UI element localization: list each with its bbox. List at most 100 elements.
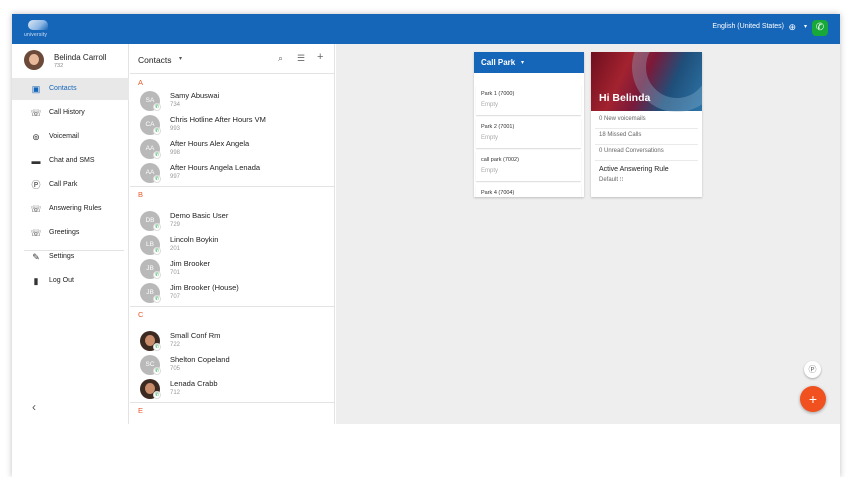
sidebar-item-settings[interactable]: ✎ Settings bbox=[12, 246, 129, 268]
park-slot-name: call park (7002) bbox=[481, 157, 519, 163]
park-slot[interactable]: Park 2 (7001) Empty bbox=[476, 118, 581, 148]
call-park-card: Call Park ▾ Park 1 (7000) Empty Park 2 (… bbox=[474, 52, 584, 197]
contact-name: Shelton Copeland bbox=[170, 355, 230, 364]
list-item[interactable]: LB ✆ Lincoln Boykin 201 bbox=[130, 232, 334, 256]
sidebar-item-label: Log Out bbox=[49, 277, 74, 284]
sidebar-item-label: Voicemail bbox=[49, 133, 79, 140]
chevron-down-icon[interactable]: ▾ bbox=[179, 55, 182, 62]
park-slot[interactable]: call park (7002) Empty bbox=[476, 151, 581, 181]
voicemail-icon: ⊚ bbox=[32, 132, 40, 142]
add-contact-button[interactable]: + bbox=[317, 51, 323, 63]
contact-name: After Hours Angela Lenada bbox=[170, 163, 261, 172]
park-fab-button[interactable]: Ⓟ bbox=[804, 361, 821, 378]
answering-rules-icon: ☏ bbox=[30, 204, 42, 214]
phone-icon[interactable]: ✆ bbox=[812, 20, 828, 36]
list-item[interactable]: SC ✆ Shelton Copeland 705 bbox=[130, 352, 334, 376]
contact-name: Lenada Crabb bbox=[170, 379, 218, 388]
park-slot-name: Park 1 (7000) bbox=[481, 91, 515, 97]
list-item[interactable]: SA ✆ Samy Abuswai 734 bbox=[130, 88, 334, 112]
add-fab-button[interactable]: + bbox=[800, 386, 826, 412]
phone-status-icon: ✆ bbox=[153, 175, 161, 183]
user-extension: 732 bbox=[54, 63, 64, 69]
contact-extension: 997 bbox=[170, 174, 181, 180]
sidebar-item-answering-rules[interactable]: ☏ Answering Rules bbox=[12, 198, 129, 220]
list-item[interactable]: ✆ Lenada Crabb 712 bbox=[130, 376, 334, 400]
contact-name: Chris Hotline After Hours VM bbox=[170, 115, 266, 124]
sidebar-item-greetings[interactable]: ☏ Greetings bbox=[12, 222, 129, 244]
park-slot-status: Empty bbox=[481, 102, 499, 108]
wrench-icon: ✎ bbox=[32, 252, 40, 262]
top-bar: university English (United States) ⊕ ▾ ✆ bbox=[12, 14, 840, 44]
sidebar-item-log-out[interactable]: ▮ Log Out bbox=[12, 270, 129, 292]
sidebar-item-voicemail[interactable]: ⊚ Voicemail bbox=[12, 126, 129, 148]
contact-extension: 705 bbox=[170, 366, 181, 372]
park-slot-status: Empty bbox=[481, 135, 499, 141]
contact-extension: 201 bbox=[170, 246, 181, 252]
list-item[interactable]: CA ✆ Chris Hotline After Hours VM 993 bbox=[130, 112, 334, 136]
contacts-title[interactable]: Contacts bbox=[138, 55, 172, 65]
park-slot[interactable]: Park 4 (7004) bbox=[476, 184, 581, 197]
park-slot[interactable]: Park 1 (7000) Empty bbox=[476, 85, 581, 115]
section-letter: C bbox=[138, 310, 144, 319]
main-area: Call Park ▾ Park 1 (7000) Empty Park 2 (… bbox=[336, 44, 840, 424]
sidebar-item-label: Answering Rules bbox=[49, 205, 102, 212]
contact-extension: 993 bbox=[170, 126, 181, 132]
list-item[interactable]: ✆ Small Conf Rm 722 bbox=[130, 328, 334, 352]
list-item[interactable]: AA ✆ After Hours Angela Lenada 997 bbox=[130, 160, 334, 184]
contact-extension: 998 bbox=[170, 150, 181, 156]
contact-name: Jim Brooker (House) bbox=[170, 283, 239, 292]
sidebar-item-contacts[interactable]: ▣ Contacts bbox=[12, 78, 129, 100]
divider bbox=[595, 128, 698, 129]
chevron-down-icon[interactable]: ▾ bbox=[804, 23, 807, 30]
divider bbox=[130, 306, 334, 307]
list-item[interactable]: DB ✆ Demo Basic User 729 bbox=[130, 208, 334, 232]
list-item[interactable]: JB ✆ Jim Brooker 701 bbox=[130, 256, 334, 280]
contact-name: Small Conf Rm bbox=[170, 331, 221, 340]
lock-icon: ▮ bbox=[33, 276, 39, 286]
park-slot-name: Park 4 (7004) bbox=[481, 190, 515, 196]
sidebar: Belinda Carroll 732 ▣ Contacts ☏ Call Hi… bbox=[12, 44, 129, 424]
section-letter: B bbox=[138, 190, 144, 199]
greeting-title: Hi Belinda bbox=[599, 92, 651, 104]
voicemail-count[interactable]: 0 New voicemails bbox=[599, 116, 646, 122]
sidebar-item-label: Contacts bbox=[49, 85, 77, 92]
answering-rule-value[interactable]: Default ⁝⁝ bbox=[599, 176, 624, 183]
sidebar-item-chat-sms[interactable]: ▬ Chat and SMS bbox=[12, 150, 129, 172]
section-letter: E bbox=[138, 406, 144, 415]
phone-status-icon: ✆ bbox=[153, 223, 161, 231]
park-icon: Ⓟ bbox=[31, 180, 41, 190]
contact-extension: 712 bbox=[170, 390, 181, 396]
sidebar-item-label: Chat and SMS bbox=[49, 157, 95, 164]
contacts-icon: ▣ bbox=[31, 84, 41, 94]
chat-icon: ▬ bbox=[31, 156, 41, 166]
park-slot-name: Park 2 (7001) bbox=[481, 124, 515, 130]
globe-icon[interactable]: ⊕ bbox=[788, 22, 796, 32]
list-item[interactable]: AA ✆ After Hours Alex Angela 998 bbox=[130, 136, 334, 160]
phone-status-icon: ✆ bbox=[153, 247, 161, 255]
filter-icon[interactable]: ☰ bbox=[297, 53, 305, 64]
park-slot-status: Empty bbox=[481, 168, 499, 174]
user-profile[interactable]: Belinda Carroll 732 bbox=[12, 44, 129, 76]
unread-conversations-count[interactable]: 0 Unread Conversations bbox=[599, 148, 664, 154]
language-selector[interactable]: English (United States) bbox=[712, 23, 784, 30]
phone-status-icon: ✆ bbox=[153, 271, 161, 279]
phone-status-icon: ✆ bbox=[153, 151, 161, 159]
search-icon[interactable]: ⌕ bbox=[278, 53, 283, 64]
contacts-header: Contacts ▾ ⌕ ☰ + bbox=[130, 44, 334, 74]
contact-name: Jim Brooker bbox=[170, 259, 211, 268]
contact-extension: 734 bbox=[170, 102, 181, 108]
contact-extension: 701 bbox=[170, 270, 181, 276]
collapse-sidebar-button[interactable]: ‹ bbox=[32, 400, 36, 414]
list-item[interactable]: JB ✆ Jim Brooker (House) 707 bbox=[130, 280, 334, 304]
missed-calls-count[interactable]: 18 Missed Calls bbox=[599, 132, 641, 138]
section-letter: A bbox=[138, 78, 144, 87]
call-park-header[interactable]: Call Park ▾ bbox=[474, 52, 584, 73]
sidebar-item-call-park[interactable]: Ⓟ Call Park bbox=[12, 174, 129, 196]
app-window: university English (United States) ⊕ ▾ ✆… bbox=[12, 14, 840, 477]
phone-status-icon: ✆ bbox=[153, 343, 161, 351]
chevron-down-icon: ▾ bbox=[521, 60, 525, 66]
contact-extension: 722 bbox=[170, 342, 181, 348]
sidebar-item-call-history[interactable]: ☏ Call History bbox=[12, 102, 129, 124]
contact-name: Samy Abuswai bbox=[170, 91, 220, 100]
phone-status-icon: ✆ bbox=[153, 103, 161, 111]
